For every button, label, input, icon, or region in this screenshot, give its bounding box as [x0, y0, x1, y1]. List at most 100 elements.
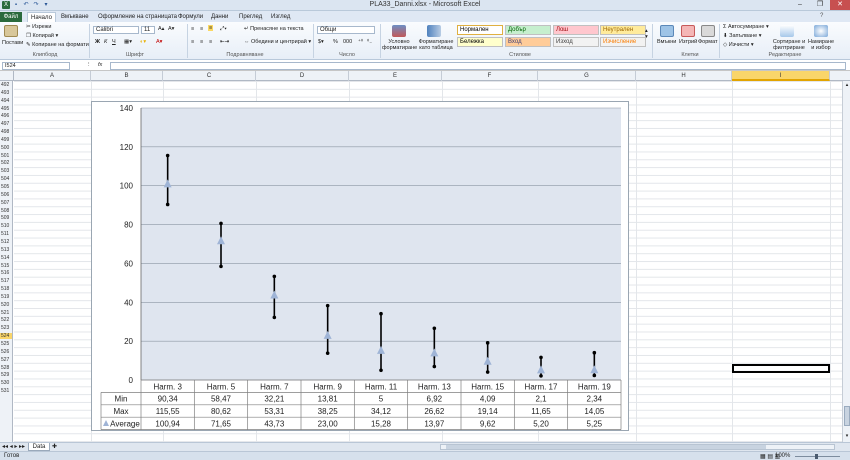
increase-decimal-icon[interactable]: ⁺⁰ [358, 39, 363, 45]
wrap-text-button[interactable]: ↵ Пренасяне на текста [244, 26, 304, 32]
format-as-table-icon[interactable] [427, 25, 441, 37]
select-all-corner[interactable] [0, 71, 14, 81]
insert-function-button[interactable]: fx [98, 62, 102, 68]
row-header[interactable]: 522 [0, 317, 12, 323]
row-header[interactable]: 530 [0, 380, 12, 386]
row-header[interactable]: 507 [0, 200, 12, 206]
row-header[interactable]: 520 [0, 302, 12, 308]
zoom-level[interactable]: 100% [775, 453, 790, 459]
italic-button[interactable]: К [104, 39, 107, 45]
row-header[interactable]: 531 [0, 388, 12, 394]
sort-filter-icon[interactable] [780, 25, 794, 37]
fill-button[interactable]: ⬇ Запълване ▾ [723, 33, 761, 39]
tab-view[interactable]: Изглед [268, 12, 293, 22]
comma-button[interactable]: 000 [343, 39, 352, 45]
column-header-b[interactable]: B [91, 71, 163, 81]
fill-color-icon[interactable]: ◐▾ [140, 39, 146, 45]
row-header[interactable]: 527 [0, 357, 12, 363]
column-header-d[interactable]: D [256, 71, 349, 81]
number-format-select[interactable]: Общи [317, 26, 375, 34]
delete-cells-button[interactable]: Изтрий [679, 39, 697, 45]
clear-button[interactable]: ◇ Изчисти ▾ [723, 42, 754, 48]
scroll-down-icon[interactable]: ▾ [844, 433, 850, 439]
row-header[interactable]: 523 [0, 325, 12, 331]
indent-icon[interactable]: ⇤⇥ [220, 39, 229, 45]
percent-button[interactable]: % [333, 39, 338, 45]
row-header[interactable]: 510 [0, 223, 12, 229]
sheet-tab-data[interactable]: Data [28, 443, 50, 451]
row-header[interactable]: 514 [0, 255, 12, 261]
row-header[interactable]: 496 [0, 113, 12, 119]
row-header[interactable]: 509 [0, 215, 12, 221]
currency-icon[interactable]: $▾ [318, 39, 324, 45]
sort-filter-button[interactable]: Сортиране и филтриране [770, 39, 808, 51]
tab-review[interactable]: Преглед [236, 12, 265, 22]
align-right-icon[interactable]: ≡ [209, 39, 212, 45]
row-header[interactable]: 519 [0, 294, 12, 300]
tab-formulas[interactable]: Формули [175, 12, 206, 22]
copy-button[interactable]: ❐ Копирай ▾ [26, 33, 58, 39]
align-bottom-icon[interactable]: ≡ [208, 25, 214, 31]
align-top-icon[interactable]: ≡ [191, 26, 194, 32]
conditional-formatting-button[interactable]: Условно форматиране [382, 39, 417, 51]
row-header[interactable]: 498 [0, 129, 12, 135]
row-header[interactable]: 528 [0, 365, 12, 371]
row-header[interactable]: 511 [0, 231, 12, 237]
font-name-select[interactable]: Calibri [93, 26, 139, 34]
find-select-icon[interactable] [814, 25, 828, 37]
font-size-select[interactable]: 11 [141, 26, 155, 34]
underline-button[interactable]: Ч [112, 39, 116, 45]
row-header[interactable]: 501 [0, 153, 12, 159]
bold-button[interactable]: Ж [95, 39, 100, 45]
selected-cell-i524[interactable] [732, 364, 830, 373]
row-header[interactable]: 506 [0, 192, 12, 198]
find-select-button[interactable]: Намиране и избор [806, 39, 836, 51]
cut-button[interactable]: ✂ Изрежи [26, 24, 51, 30]
cell-style-0[interactable]: Нормален [457, 25, 503, 35]
paste-icon[interactable] [4, 25, 18, 37]
cell-style-5[interactable]: Вход [505, 37, 551, 47]
row-header[interactable]: 515 [0, 263, 12, 269]
row-header[interactable]: 500 [0, 145, 12, 151]
cell-style-7[interactable]: Изчисление [600, 37, 646, 47]
row-header[interactable]: 499 [0, 137, 12, 143]
row-header[interactable]: 503 [0, 168, 12, 174]
tab-insert[interactable]: Вмъкване [58, 12, 92, 22]
align-left-icon[interactable]: ≡ [191, 39, 194, 45]
column-header-i[interactable]: I [732, 71, 830, 81]
row-header[interactable]: 502 [0, 160, 12, 166]
delete-cells-icon[interactable] [681, 25, 695, 37]
row-header[interactable]: 517 [0, 278, 12, 284]
row-header[interactable]: 495 [0, 106, 12, 112]
row-header[interactable]: 518 [0, 286, 12, 292]
row-header[interactable]: 493 [0, 90, 12, 96]
merge-center-button[interactable]: ⇔ Обедини и центрирай ▾ [244, 39, 311, 45]
horizontal-scroll-thumb[interactable] [446, 445, 766, 449]
cell-style-6[interactable]: Изход [553, 37, 599, 47]
minimize-button[interactable]: – [790, 0, 810, 10]
chart-object[interactable]: 0 20 40 60 80 100 120 140 Harm. 3 Harm. 5 Harm. 7 H… [91, 101, 629, 431]
row-header[interactable]: 512 [0, 239, 12, 245]
formula-input[interactable] [110, 62, 846, 70]
paste-button[interactable]: Постави [2, 40, 23, 46]
row-header[interactable]: 492 [0, 82, 12, 88]
close-button[interactable]: ✕ [830, 0, 850, 10]
align-middle-icon[interactable]: ≡ [200, 26, 203, 32]
styles-scroll-icon[interactable]: ▴ ▾ [645, 28, 648, 40]
format-painter-button[interactable]: ✎ Копиране на формати [26, 42, 89, 48]
insert-cells-icon[interactable] [660, 25, 674, 37]
vertical-scrollbar[interactable]: ▴ ▾ [842, 81, 850, 442]
cell-style-1[interactable]: Добър [505, 25, 551, 35]
name-box[interactable]: I524 [2, 62, 70, 70]
new-sheet-icon[interactable]: ✚ [52, 443, 60, 451]
decrease-decimal-icon[interactable]: ⁰₋ [367, 39, 372, 45]
tab-home[interactable]: Начало [27, 12, 56, 22]
row-header[interactable]: 521 [0, 310, 12, 316]
row-header[interactable]: 516 [0, 270, 12, 276]
column-header-g[interactable]: G [538, 71, 636, 81]
row-header[interactable]: 524 [0, 333, 12, 340]
row-header[interactable]: 529 [0, 372, 12, 378]
tab-page-layout[interactable]: Оформление на страницата [95, 12, 180, 22]
font-shrink-icon[interactable]: A▾ [168, 26, 174, 32]
format-as-table-button[interactable]: Форматиране като таблица [418, 39, 454, 51]
